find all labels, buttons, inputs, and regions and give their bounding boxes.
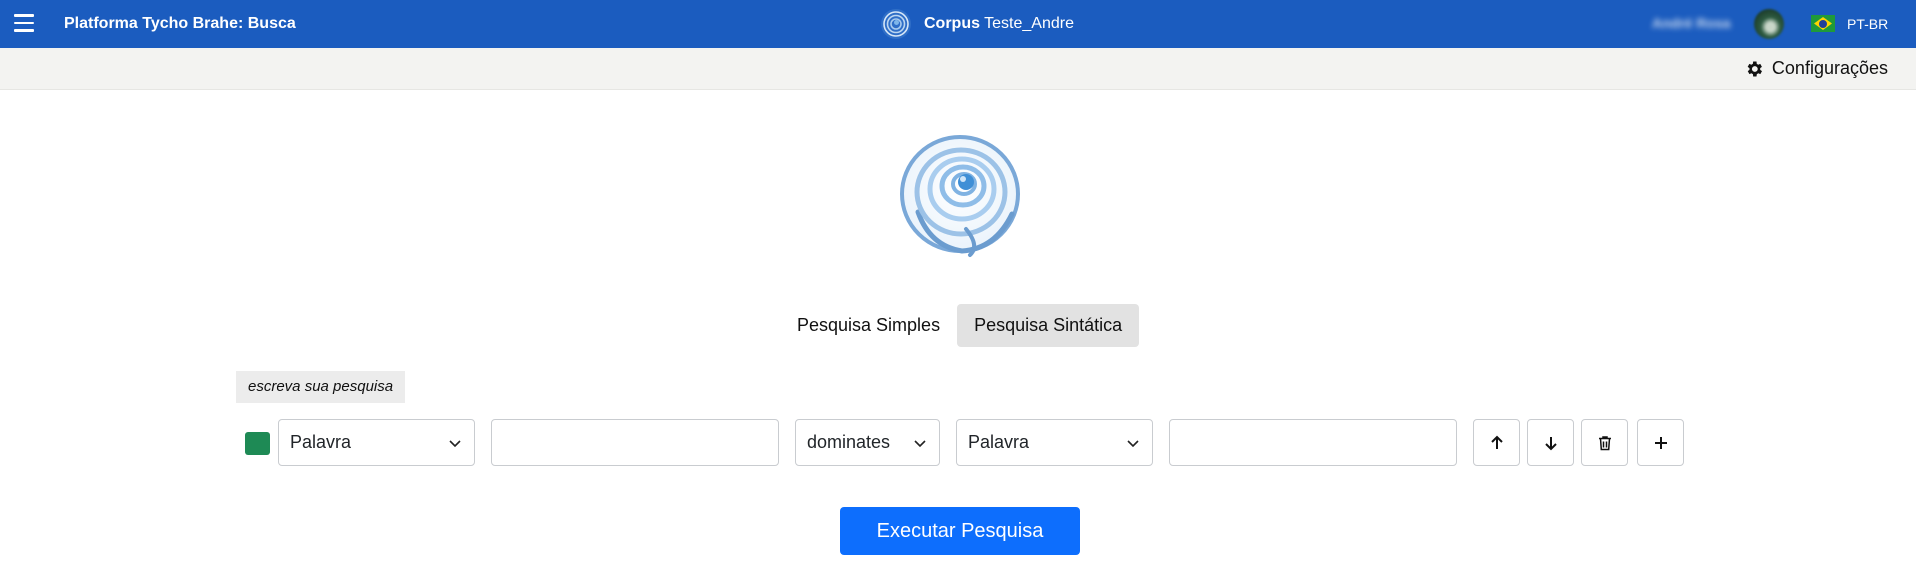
toolbar: Configurações [0,48,1916,90]
tycho-brahe-logo [900,135,1020,257]
query-row: Palavra dominates Palavra [0,419,1916,467]
arrow-down-icon [1544,436,1557,450]
gear-icon [1747,61,1762,76]
relation-value: dominates [807,432,891,452]
top-navbar: Platforma Tycho Brahe: Busca Corpus Test… [0,0,1916,48]
add-row-button[interactable] [1637,419,1684,466]
corpus-name: Teste_Andre [984,15,1074,32]
left-type-select[interactable]: Palavra [278,419,475,466]
brazil-flag-icon[interactable] [1811,15,1835,32]
move-up-button[interactable] [1473,419,1520,466]
tab-simple-search[interactable]: Pesquisa Simples [780,304,957,347]
menu-icon[interactable] [14,14,34,32]
left-value-input[interactable] [491,419,779,466]
right-type-select[interactable]: Palavra [956,419,1153,466]
user-name[interactable]: André Rosa [1652,15,1731,31]
row-color-swatch[interactable] [245,432,270,455]
arrow-up-icon [1490,435,1503,449]
move-down-button[interactable] [1527,419,1574,466]
search-mode-tabs: Pesquisa Simples Pesquisa Sintática [780,304,1140,347]
search-hint: escreva sua pesquisa [236,371,406,403]
left-type-value: Palavra [290,432,352,452]
language-selector[interactable]: PT-BR [1847,16,1888,32]
settings-label: Configurações [1771,58,1888,78]
avatar[interactable] [1754,9,1784,39]
corpus-logo-icon [881,9,911,39]
trash-icon [1598,435,1611,450]
settings-button[interactable]: Configurações [1744,58,1888,79]
tab-syntactic-search[interactable]: Pesquisa Sintática [957,304,1140,347]
corpus-label: Corpus [924,15,980,32]
chevron-down-icon [449,440,461,448]
delete-row-button[interactable] [1581,419,1628,466]
chevron-down-icon [914,440,926,448]
run-search-button[interactable]: Executar Pesquisa [840,507,1080,555]
relation-select[interactable]: dominates [795,419,940,466]
right-type-value: Palavra [968,432,1030,452]
chevron-down-icon [1127,440,1139,448]
right-value-input[interactable] [1169,419,1457,466]
plus-icon [1654,436,1667,449]
app-title: Platforma Tycho Brahe: Busca [64,15,296,32]
corpus-indicator: Corpus Teste_Andre [880,8,1074,40]
